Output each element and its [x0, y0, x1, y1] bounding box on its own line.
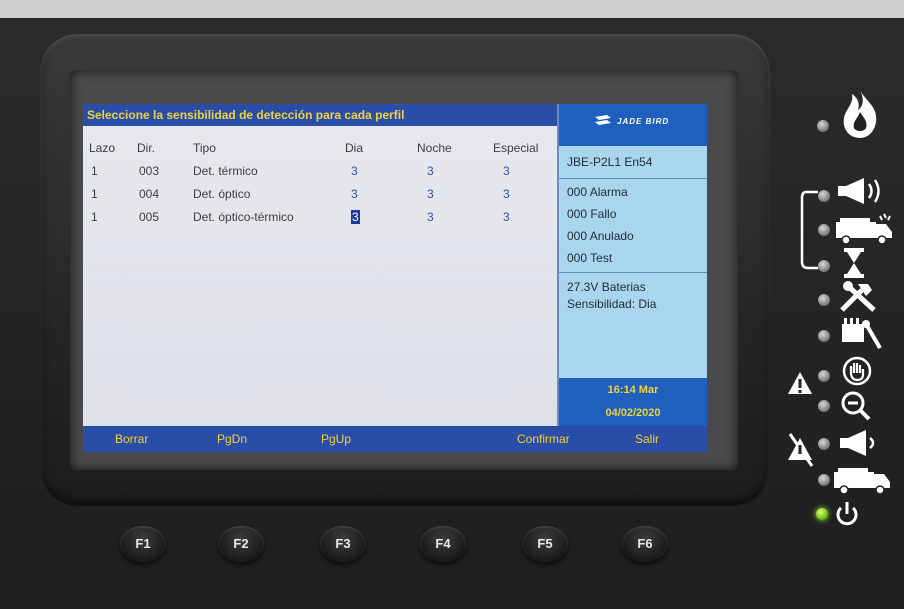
- brigade-fault-led: [818, 474, 830, 486]
- power-icon: [836, 502, 858, 526]
- softkey-f5-label[interactable]: Confirmar: [517, 426, 570, 452]
- cell-lazo: 1: [91, 164, 98, 178]
- cell-lazo: 1: [91, 187, 98, 201]
- header-lazo: Lazo: [89, 141, 116, 155]
- cell-tipo: Det. térmico: [193, 164, 258, 178]
- divider: [559, 178, 707, 179]
- fire-brigade-led: [818, 224, 830, 236]
- model-name: JBE-P2L1 En54: [567, 155, 653, 169]
- cell-dir: 003: [139, 164, 160, 178]
- fault-icon: [840, 281, 876, 312]
- disabled-icon: [842, 356, 872, 386]
- sensitivity-table: Lazo Dir. Tipo Dia Noche Especial 1 003 …: [83, 126, 557, 426]
- clock-date: 04/02/2020: [605, 407, 661, 419]
- selection-cursor[interactable]: 3: [351, 210, 360, 224]
- header-dia: Dia: [345, 141, 364, 155]
- cell-especial[interactable]: 3: [503, 184, 510, 204]
- cell-tipo: Det. óptico-térmico: [193, 210, 294, 224]
- f6-key[interactable]: F6: [622, 526, 668, 562]
- f2-key[interactable]: F2: [218, 526, 264, 562]
- delay-led: [818, 260, 830, 272]
- table-row[interactable]: 1 003 Det. térmico 3 3 3: [83, 161, 557, 181]
- cell-noche[interactable]: 3: [427, 184, 434, 204]
- alarm-count: 000 Alarma: [567, 185, 628, 199]
- sounder-led: [818, 190, 830, 202]
- test-icon: [841, 391, 871, 421]
- screen-title: Seleccione la sensibilidad de detección …: [83, 104, 557, 126]
- status-panel: JADE BIRD JBE-P2L1 En54 000 Alarma 000 F…: [557, 104, 707, 426]
- test-led: [818, 400, 830, 412]
- supply-fault-led: [818, 330, 830, 342]
- sensitivity-mode: Sensibilidad: Dia: [567, 297, 657, 311]
- f5-key[interactable]: F5: [522, 526, 568, 562]
- cell-noche[interactable]: 3: [427, 161, 434, 181]
- softkey-f1-label[interactable]: Borrar: [115, 426, 148, 452]
- table-row[interactable]: 1 004 Det. óptico 3 3 3: [83, 184, 557, 204]
- f1-key[interactable]: F1: [120, 526, 166, 562]
- test-count: 000 Test: [567, 251, 613, 265]
- brigade-fault-icon: [834, 468, 890, 495]
- cell-dia[interactable]: 3: [351, 184, 358, 204]
- cell-dir: 005: [139, 210, 160, 224]
- f4-key[interactable]: F4: [420, 526, 466, 562]
- sounder-icon: [838, 178, 880, 204]
- disabled-count: 000 Anulado: [567, 229, 634, 243]
- softkey-f3-label[interactable]: PgUp: [321, 426, 351, 452]
- delay-icon: [844, 248, 864, 278]
- power-led: [816, 508, 828, 520]
- f3-key[interactable]: F3: [320, 526, 366, 562]
- battery-voltage: 27.3V Baterias: [567, 280, 646, 294]
- cell-especial[interactable]: 3: [503, 207, 510, 227]
- divider: [559, 272, 707, 273]
- fire-led: [817, 120, 829, 132]
- brand-logo: JADE BIRD: [559, 104, 707, 146]
- general-disabled-triangle-icon: [788, 372, 812, 394]
- cell-dia-selected[interactable]: 3: [351, 207, 360, 227]
- header-tipo: Tipo: [193, 141, 216, 155]
- brand-name: JADE BIRD: [617, 117, 670, 126]
- clock: 16:14 Mar 04/02/2020: [559, 378, 707, 426]
- header-dir: Dir.: [137, 141, 155, 155]
- header-especial: Especial: [493, 141, 539, 155]
- table-row[interactable]: 1 005 Det. óptico-térmico 3 3 3: [83, 207, 557, 227]
- sounder-fault-led: [818, 438, 830, 450]
- softkey-f6-label[interactable]: Salir: [635, 426, 659, 452]
- fire-brigade-icon: [836, 213, 892, 245]
- function-bar: Borrar PgDn PgUp Confirmar Salir: [83, 426, 707, 452]
- fault-count: 000 Fallo: [567, 207, 617, 221]
- softkey-f2-label[interactable]: PgDn: [217, 426, 247, 452]
- table-header: Lazo Dir. Tipo Dia Noche Especial: [83, 138, 557, 158]
- supply-fault-icon: [842, 318, 882, 350]
- cell-dir: 004: [139, 187, 160, 201]
- clock-time: 16:14 Mar: [607, 384, 659, 396]
- sounder-fault-icon: [840, 430, 875, 456]
- output-group-bracket: [800, 190, 818, 270]
- fire-icon: [843, 90, 877, 138]
- bird-logo-icon: [595, 115, 611, 125]
- cell-tipo: Det. óptico: [193, 187, 251, 201]
- cell-dia[interactable]: 3: [351, 161, 358, 181]
- cell-lazo: 1: [91, 210, 98, 224]
- disabled-led: [818, 370, 830, 382]
- header-noche: Noche: [417, 141, 452, 155]
- sounder-fault-triangle-icon: [788, 433, 814, 467]
- cell-noche[interactable]: 3: [427, 207, 434, 227]
- lcd-screen: Seleccione la sensibilidad de detección …: [83, 104, 707, 452]
- fault-led: [818, 294, 830, 306]
- cell-especial[interactable]: 3: [503, 161, 510, 181]
